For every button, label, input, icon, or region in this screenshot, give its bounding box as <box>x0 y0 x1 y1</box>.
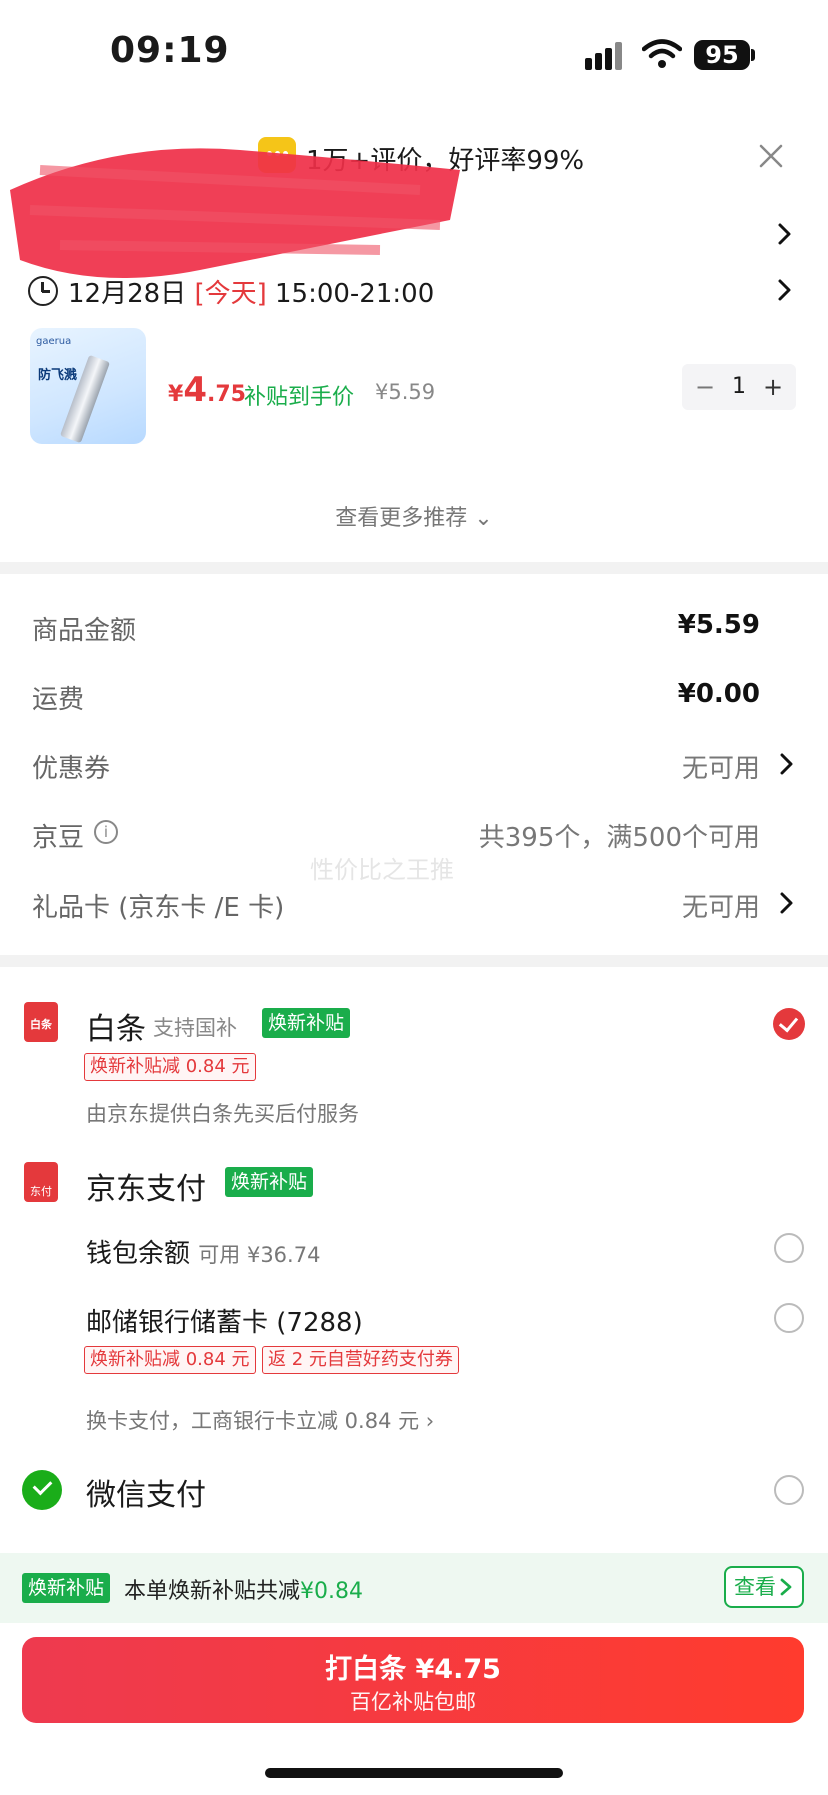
delivery-today-label: [今天] <box>194 279 267 309</box>
clock-icon <box>28 276 58 306</box>
baitiao-radio-selected[interactable] <box>773 1008 805 1040</box>
jingdou-label: 京豆 <box>32 823 85 853</box>
increase-button[interactable]: + <box>758 364 788 410</box>
coupon-chevron-icon[interactable] <box>774 752 798 776</box>
wifi-icon <box>642 39 682 68</box>
goods-amount-value: ¥5.59 <box>677 610 760 640</box>
cellular-signal-icon <box>585 42 625 70</box>
giftcard-value[interactable]: 无可用 <box>682 887 760 924</box>
original-price: ¥5.59 <box>375 380 436 404</box>
baitiao-title[interactable]: 白条 <box>86 1004 146 1048</box>
pay-button-sublabel: 百亿补贴包邮 <box>350 1690 476 1714</box>
wechat-pay-title[interactable]: 微信支付 <box>86 1470 206 1514</box>
card-discount-tag: 焕新补贴减 0.84 元 <box>84 1346 256 1374</box>
jingdou-value: 共395个，满500个可用 <box>478 823 760 853</box>
delivery-date: 12月28日 <box>68 279 187 309</box>
subsidy-bar-text: 本单焕新补贴共减¥0.84 <box>124 1573 363 1605</box>
section-divider <box>0 955 828 967</box>
baitiao-subtitle: 支持国补 <box>153 1016 237 1040</box>
giftcard-label: 礼品卡 (京东卡 /E 卡) <box>32 893 285 923</box>
subsidy-bar-amount: ¥0.84 <box>300 1579 363 1604</box>
quantity-stepper: − 1 + <box>682 364 796 410</box>
baitiao-subsidy-tag: 焕新补贴 <box>262 1008 351 1038</box>
more-recommendations-link[interactable]: 查看更多推荐 ⌄ <box>0 500 828 532</box>
wechat-radio[interactable] <box>774 1475 804 1505</box>
wallet-balance-option[interactable]: 钱包余额 可用 ¥36.74 <box>86 1233 320 1270</box>
watermark: 性价比之王推 <box>310 856 454 884</box>
subsidy-bar-label: 本单焕新补贴共减 <box>124 1579 301 1604</box>
delivery-window: 15:00-21:00 <box>275 279 435 309</box>
wechat-pay-icon <box>22 1470 62 1510</box>
product-image[interactable]: gaerua 防飞溅 <box>30 328 146 444</box>
close-icon[interactable] <box>755 140 787 172</box>
giftcard-chevron-icon[interactable] <box>774 891 798 915</box>
baitiao-discount-tag: 焕新补贴减 0.84 元 <box>84 1053 256 1081</box>
wallet-radio[interactable] <box>774 1233 804 1263</box>
jdpay-subsidy-tag: 焕新补贴 <box>225 1167 314 1197</box>
section-divider <box>0 562 828 574</box>
shipping-value: ¥0.00 <box>677 679 760 709</box>
bank-card-option[interactable]: 邮储银行储蓄卡 (7288) <box>86 1302 363 1339</box>
baitiao-icon: 白条 <box>24 1002 58 1042</box>
quantity-value[interactable]: 1 <box>722 364 756 410</box>
card-coupon-tag: 返 2 元自营好药支付券 <box>262 1346 459 1374</box>
address-chevron-icon[interactable] <box>772 222 796 246</box>
wallet-balance-hint: 可用 ¥36.74 <box>198 1243 321 1267</box>
jdpay-title[interactable]: 京东支付 <box>86 1164 206 1208</box>
battery-level: 95 <box>694 40 750 70</box>
status-time: 09:19 <box>110 30 230 71</box>
battery-nub <box>751 49 755 61</box>
switch-card-link[interactable]: 换卡支付，工商银行卡立减 0.84 元 › <box>86 1405 434 1435</box>
wallet-balance-label: 钱包余额 <box>86 1239 191 1269</box>
subsidy-bar-tag: 焕新补贴 <box>22 1573 111 1603</box>
coupon-value[interactable]: 无可用 <box>682 748 760 785</box>
subsidy-price-label: 补贴到手价 <box>244 385 355 410</box>
goods-amount-label: 商品金额 <box>32 616 137 646</box>
delivery-chevron-icon[interactable] <box>772 278 796 302</box>
product-brand: gaerua <box>36 336 72 347</box>
pay-button-label: 打白条 ¥4.75 <box>325 1654 501 1685</box>
home-indicator[interactable] <box>265 1768 563 1778</box>
baitiao-note: 由京东提供白条先买后付服务 <box>86 1102 359 1126</box>
product-image-title: 防飞溅 <box>38 368 78 383</box>
delivery-time[interactable]: 12月28日 [今天] 15:00-21:00 <box>68 273 434 310</box>
pay-button[interactable]: 打白条 ¥4.75 百亿补贴包邮 <box>22 1637 804 1723</box>
bank-card-radio[interactable] <box>774 1303 804 1333</box>
price-currency: ¥ <box>168 382 184 407</box>
jdpay-icon: 东付 <box>24 1162 58 1202</box>
view-subsidy-label: 查看 <box>734 1575 776 1599</box>
shipping-label: 运费 <box>32 685 85 715</box>
subsidy-summary-bar: 焕新补贴 本单焕新补贴共减¥0.84 查看 <box>0 1553 828 1623</box>
chevron-right-icon <box>780 1578 792 1596</box>
price-decimal: .75 <box>206 382 246 407</box>
price-integer: 4 <box>183 370 207 410</box>
view-subsidy-button[interactable]: 查看 <box>724 1566 804 1608</box>
coupon-label: 优惠券 <box>32 754 111 784</box>
address-redaction-scribble <box>10 148 460 278</box>
subsidy-price: ¥4.75 <box>168 370 246 410</box>
decrease-button[interactable]: − <box>690 364 720 410</box>
info-icon[interactable]: i <box>94 820 118 844</box>
